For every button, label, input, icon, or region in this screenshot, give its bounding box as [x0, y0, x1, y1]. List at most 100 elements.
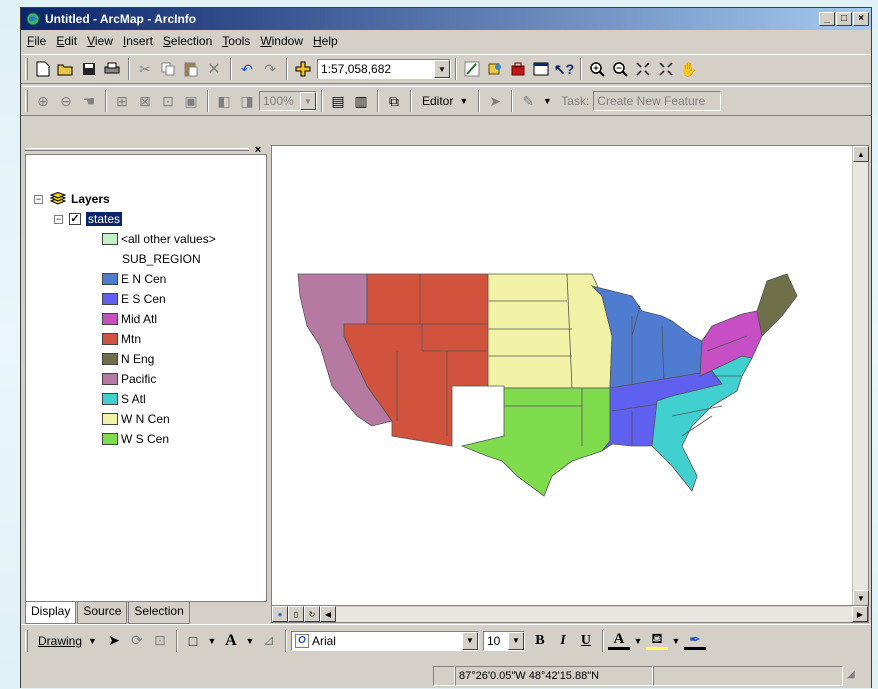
menu-edit[interactable]: Edit — [56, 34, 77, 48]
arccatalog-button[interactable] — [484, 58, 506, 80]
new-document-button[interactable] — [32, 58, 54, 80]
text-tool-dropdown[interactable]: ▼ — [243, 630, 257, 652]
menu-insert[interactable]: Insert — [123, 34, 153, 48]
rectangle-tool-button[interactable]: □ — [182, 630, 204, 652]
zoom-out-button[interactable] — [609, 58, 631, 80]
fixed-zoom-out-button[interactable] — [655, 58, 677, 80]
states-layer-row[interactable]: − ✓ states — [54, 209, 123, 229]
tab-source[interactable]: Source — [77, 602, 128, 624]
edit-vertices-button[interactable]: ⊿ — [258, 630, 280, 652]
font-color-button[interactable]: A — [607, 631, 630, 650]
legend-item[interactable]: W S Cen — [102, 429, 169, 449]
focus-frame-button[interactable]: ▥ — [350, 90, 372, 112]
maximize-button[interactable]: □ — [836, 12, 852, 26]
underline-button[interactable]: U — [575, 630, 597, 652]
map-horizontal-scrollbar[interactable] — [336, 606, 852, 622]
cut-button[interactable]: ✂ — [134, 58, 156, 80]
legend-item[interactable]: N Eng — [102, 349, 154, 369]
sketch-tool-button[interactable]: ✎ — [517, 90, 539, 112]
menu-help[interactable]: Help — [313, 34, 338, 48]
editor-menu-button[interactable]: Editor ▼ — [416, 90, 474, 112]
toolbar-grip[interactable] — [25, 58, 28, 80]
legend-item[interactable]: W N Cen — [102, 409, 170, 429]
layer-visibility-checkbox[interactable]: ✓ — [69, 213, 81, 225]
rectangle-tool-dropdown[interactable]: ▼ — [205, 630, 219, 652]
task-combo[interactable]: Create New Feature — [593, 91, 722, 111]
redo-button[interactable]: ↷ — [259, 58, 281, 80]
chevron-down-icon[interactable]: ▼ — [461, 631, 478, 650]
font-name-combo[interactable]: O Arial ▼ — [290, 630, 479, 651]
zoom-whole-page-button[interactable]: ⊞ — [111, 90, 133, 112]
text-tool-button[interactable]: A — [220, 630, 242, 652]
command-line-button[interactable] — [530, 58, 552, 80]
sketch-tool-dropdown[interactable]: ▼ — [540, 90, 554, 112]
undo-button[interactable]: ↶ — [236, 58, 258, 80]
menu-view[interactable]: View — [87, 34, 113, 48]
edit-tool-button[interactable]: ➤ — [484, 90, 506, 112]
copy-button[interactable] — [157, 58, 179, 80]
scroll-down-icon[interactable]: ▼ — [853, 590, 869, 606]
delete-button[interactable]: ✕ — [203, 58, 225, 80]
font-size-combo[interactable]: 10 ▼ — [482, 630, 525, 651]
chevron-down-icon[interactable]: ▼ — [434, 60, 450, 78]
scroll-up-icon[interactable]: ▲ — [853, 146, 869, 162]
paste-button[interactable] — [180, 58, 202, 80]
zoom-100-button[interactable]: ⊠ — [134, 90, 156, 112]
bold-button[interactable]: B — [529, 630, 551, 652]
arctoolbox-button[interactable] — [507, 58, 529, 80]
legend-item[interactable]: Mid Atl — [102, 309, 157, 329]
legend-item-other[interactable]: <all other values> — [102, 229, 216, 249]
legend-item[interactable]: S Atl — [102, 389, 146, 409]
menu-tools[interactable]: Tools — [222, 34, 250, 48]
us-states-map[interactable] — [272, 146, 852, 606]
previous-extent-button[interactable]: ◧ — [213, 90, 235, 112]
font-color-dropdown[interactable]: ▼ — [631, 630, 645, 652]
toggle-draft-button[interactable]: ▤ — [327, 90, 349, 112]
collapse-icon[interactable]: − — [54, 214, 63, 224]
toc-titlebar[interactable] — [25, 146, 267, 154]
tab-selection[interactable]: Selection — [128, 602, 190, 624]
states-layer-name[interactable]: states — [86, 212, 123, 226]
fixed-layout-zoom-button[interactable]: ⊡ — [157, 90, 179, 112]
layout-pan-button[interactable]: ☚ — [78, 90, 100, 112]
editor-toolbar-button[interactable] — [461, 58, 483, 80]
menu-selection[interactable]: Selection — [163, 34, 212, 48]
drawing-menu-button[interactable]: Drawing ▼ — [32, 630, 103, 652]
scroll-right-icon[interactable]: ▶ — [852, 606, 868, 622]
rotate-button[interactable]: ⟳ — [126, 630, 148, 652]
layout-zoom-in-button[interactable]: ⊕ — [32, 90, 54, 112]
scroll-left-icon[interactable]: ◀ — [320, 606, 336, 622]
minimize-button[interactable]: _ — [819, 12, 835, 26]
map-scale-combo[interactable]: 1:57,058,682 ▼ — [317, 59, 451, 79]
fit-page-button[interactable]: ▣ — [180, 90, 202, 112]
chevron-down-icon[interactable]: ▼ — [507, 631, 524, 650]
add-data-button[interactable] — [292, 58, 314, 80]
fill-color-button[interactable]: ⛾ — [645, 630, 668, 650]
layout-zoom-out-button[interactable]: ⊖ — [55, 90, 77, 112]
zoom-to-elements-button[interactable]: ⊡ — [149, 630, 171, 652]
legend-item[interactable]: Mtn — [102, 329, 141, 349]
menu-file[interactable]: File — [27, 34, 46, 48]
print-button[interactable] — [101, 58, 123, 80]
refresh-view-button[interactable]: ↻ — [304, 606, 320, 622]
resize-grip-icon[interactable]: ◢ — [847, 669, 861, 683]
line-color-button[interactable]: ✒ — [683, 631, 706, 650]
collapse-icon[interactable]: − — [34, 194, 43, 204]
title-bar[interactable]: Untitled - ArcMap - ArcInfo _ □ × — [21, 8, 871, 30]
open-button[interactable] — [55, 58, 77, 80]
select-elements-button[interactable]: ➤ — [103, 630, 125, 652]
map-vertical-scrollbar[interactable]: ▲ ▼ — [852, 146, 869, 606]
change-layout-button[interactable]: ⧉ — [383, 90, 405, 112]
italic-button[interactable]: I — [552, 630, 574, 652]
data-view-button[interactable]: ● — [272, 606, 288, 622]
toolbar-grip[interactable] — [25, 629, 28, 652]
close-button[interactable]: × — [853, 12, 869, 26]
menu-window[interactable]: Window — [260, 34, 303, 48]
tab-display[interactable]: Display — [25, 602, 77, 624]
map-display[interactable]: ▲ ▼ ● ▯ ↻ ◀ ▶ — [271, 145, 869, 623]
toolbar-grip[interactable] — [25, 90, 28, 112]
legend-item[interactable]: E S Cen — [102, 289, 166, 309]
legend-item[interactable]: E N Cen — [102, 269, 166, 289]
zoom-in-button[interactable] — [586, 58, 608, 80]
layers-dataframe-row[interactable]: − Layers — [34, 189, 110, 209]
